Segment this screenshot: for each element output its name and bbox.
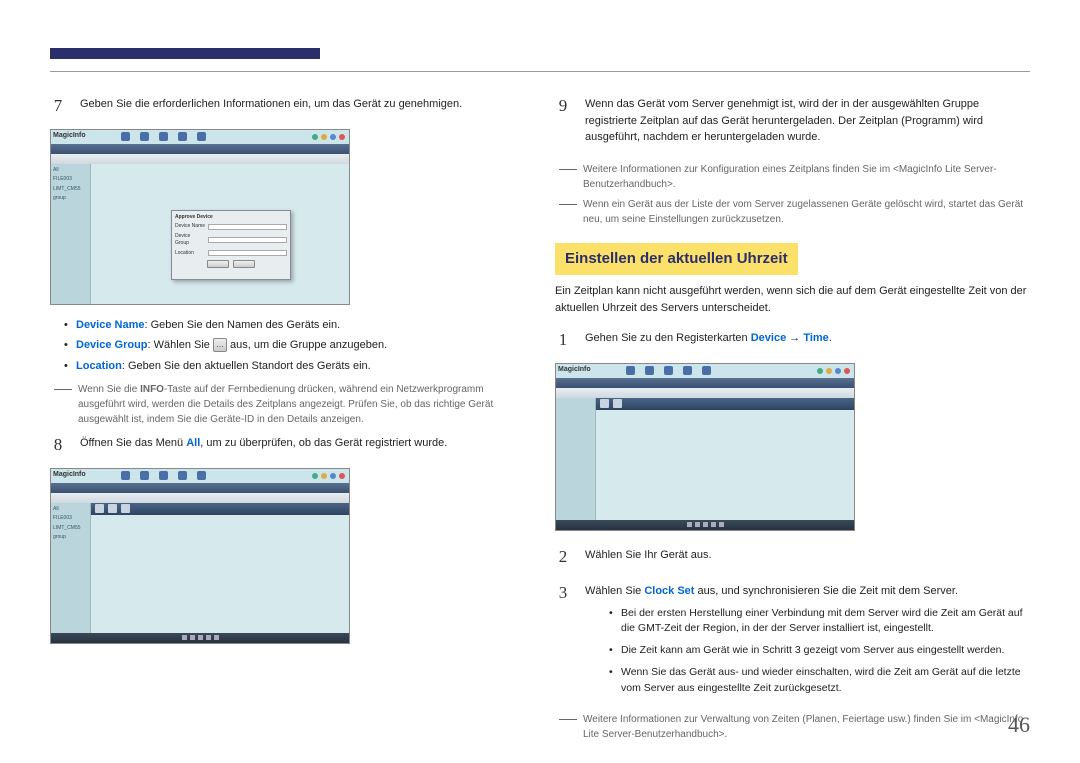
status-dots [312, 473, 345, 479]
pagination-footer [51, 633, 349, 643]
step-8: 8 Öffnen Sie das Menü All, um zu überprü… [50, 431, 525, 458]
approve-modal: Approve Device Device Name Device Group … [171, 210, 291, 280]
sidebar-item: LIMT_CM55 [53, 186, 88, 194]
step-number: 7 [50, 92, 66, 119]
sidebar [556, 398, 596, 530]
step-8-text: Öffnen Sie das Menü All, um zu überprüfe… [80, 435, 525, 452]
step-7-text: Geben Sie die erforderlichen Information… [80, 96, 525, 113]
browse-icon[interactable]: … [213, 338, 227, 352]
bullet-device-group: Device Group: Wählen Sie … aus, um die G… [64, 337, 525, 354]
step-number: 2 [555, 543, 571, 570]
sidebar-item: FILE003 [53, 176, 88, 184]
step-9: 9 Wenn das Gerät vom Server genehmigt is… [555, 92, 1030, 152]
devicegroup-input[interactable] [208, 237, 287, 243]
cancel-button[interactable] [233, 260, 255, 268]
bullet-server-set: Die Zeit kann am Gerät wie in Schritt 3 … [609, 643, 1030, 659]
screenshot-approve-device: MagicInfo All FILE003 LIMT_CM55 group Ap… [50, 129, 350, 305]
step-time-1: 1 Gehen Sie zu den Registerkarten Device… [555, 326, 1030, 353]
bullet-location: Location: Geben Sie den aktuellen Stando… [64, 358, 525, 375]
step7-note: Wenn Sie die INFO-Taste auf der Fernbedi… [54, 382, 525, 427]
status-dots [817, 368, 850, 374]
sub-bar [51, 154, 349, 164]
step-time-3: 3 Wählen Sie Clock Set aus, und synchron… [555, 579, 1030, 702]
step-t3-text: Wählen Sie Clock Set aus, und synchronis… [585, 583, 1030, 600]
main-toolbar [91, 503, 349, 515]
step-t1-text: Gehen Sie zu den Registerkarten Device →… [585, 330, 1030, 347]
menu-bar [556, 378, 854, 388]
dash-icon [54, 389, 72, 390]
devicename-input[interactable] [208, 224, 287, 230]
main-area [91, 503, 349, 643]
dash-icon [559, 204, 577, 205]
menu-bar [51, 483, 349, 493]
note-time-manage: Weitere Informationen zur Verwaltung von… [559, 712, 1030, 742]
step-t2-text: Wählen Sie Ihr Gerät aus. [585, 547, 1030, 564]
screenshot-all-menu: MagicInfo All FILE003 LIMT_CM55 group [50, 468, 350, 644]
pagination-footer [556, 520, 854, 530]
toolbar-icon[interactable] [613, 399, 622, 408]
sub-bar [556, 388, 854, 398]
time-intro: Ein Zeitplan kann nicht ausgeführt werde… [555, 283, 1030, 316]
toolbar-icon[interactable] [121, 504, 130, 513]
ok-button[interactable] [207, 260, 229, 268]
page-number: 46 [1008, 708, 1030, 741]
bullet-restart: Wenn Sie das Gerät aus- und wieder einsc… [609, 665, 1030, 697]
sidebar: All FILE003 LIMT_CM55 group [51, 503, 91, 643]
toolbar-icon[interactable] [95, 504, 104, 513]
left-column: 7 Geben Sie die erforderlichen Informati… [50, 92, 525, 746]
sub-bar [51, 493, 349, 503]
right-column: 9 Wenn das Gerät vom Server genehmigt is… [555, 92, 1030, 746]
sidebar: All FILE003 LIMT_CM55 group [51, 164, 91, 304]
app-logo: MagicInfo [53, 470, 86, 481]
step7-bullets: Device Name: Geben Sie den Namen des Ger… [64, 317, 525, 375]
note-device-delete: Wenn ein Gerät aus der Liste der vom Ser… [559, 197, 1030, 227]
step-number: 1 [555, 326, 571, 353]
top-nav-icons [626, 366, 711, 375]
header-rule [50, 71, 1030, 72]
toolbar-icon[interactable] [600, 399, 609, 408]
location-input[interactable] [208, 250, 287, 256]
step-number: 3 [555, 579, 571, 606]
app-logo: MagicInfo [558, 365, 591, 376]
dash-icon [559, 719, 577, 720]
app-logo: MagicInfo [53, 131, 86, 142]
top-nav-icons [121, 471, 206, 480]
note-schedule-config: Weitere Informationen zur Konfiguration … [559, 162, 1030, 192]
status-dots [312, 134, 345, 140]
bullet-gmt: Bei der ersten Herstellung einer Verbind… [609, 606, 1030, 638]
section-heading-time: Einstellen der aktuellen Uhrzeit [555, 243, 798, 276]
step-t3-bullets: Bei der ersten Herstellung einer Verbind… [609, 606, 1030, 697]
step-number: 8 [50, 431, 66, 458]
main-area: Approve Device Device Name Device Group … [91, 164, 349, 304]
step-number: 9 [555, 92, 571, 119]
step-time-2: 2 Wählen Sie Ihr Gerät aus. [555, 543, 1030, 570]
header-bar [50, 48, 320, 59]
toolbar-icon[interactable] [108, 504, 117, 513]
top-nav-icons [121, 132, 206, 141]
step-9-text: Wenn das Gerät vom Server genehmigt ist,… [585, 96, 1030, 146]
sidebar-item: All [53, 167, 88, 175]
menu-bar [51, 144, 349, 154]
main-area [596, 398, 854, 530]
main-toolbar [596, 398, 854, 410]
screenshot-device-time: MagicInfo [555, 363, 855, 531]
sidebar-item: group [53, 195, 88, 203]
bullet-device-name: Device Name: Geben Sie den Namen des Ger… [64, 317, 525, 334]
dash-icon [559, 169, 577, 170]
step-7: 7 Geben Sie die erforderlichen Informati… [50, 92, 525, 119]
